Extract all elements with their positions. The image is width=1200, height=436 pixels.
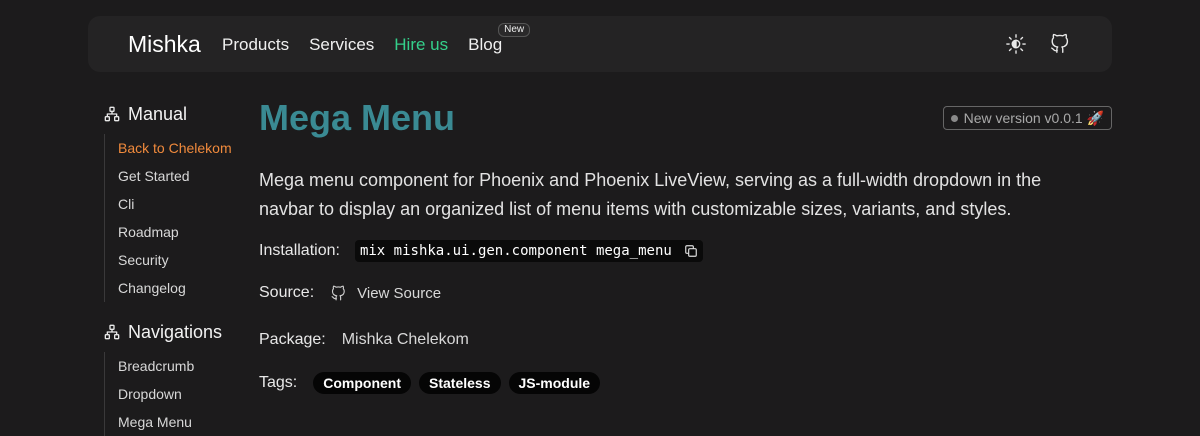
status-dot (950, 114, 958, 122)
nav-blog-label: Blog (468, 35, 503, 54)
github-icon (331, 285, 345, 300)
package-row: Package: Mishka Chelekom (259, 331, 469, 349)
source-label: Source: (259, 284, 315, 301)
sidebar-item-back-to-chelekom[interactable]: Back to Chelekom (118, 134, 244, 162)
package-label: Package: (259, 331, 326, 348)
sidebar-item-roadmap[interactable]: Roadmap (118, 218, 244, 246)
copy-icon[interactable] (684, 244, 698, 258)
installation-row: Installation: mix mishka.ui.gen.componen… (259, 240, 703, 262)
tag-stateless[interactable]: Stateless (419, 372, 501, 394)
package-value: Mishka Chelekom (341, 331, 469, 348)
main-content: Mega Menu New version v0.0.1 🚀 Mega menu… (259, 96, 1112, 394)
sidebar-section-manual: Manual (104, 100, 244, 128)
nav-products[interactable]: Products (222, 35, 289, 55)
sidebar-item-mega-menu[interactable]: Mega Menu (118, 408, 244, 436)
new-badge: New (498, 23, 531, 37)
sun-icon[interactable] (1004, 32, 1028, 56)
view-source-link[interactable]: View Source (330, 285, 441, 302)
installation-label: Installation: (259, 242, 340, 259)
installation-code: mix mishka.ui.gen.component mega_menu (354, 240, 703, 262)
sidebar-list-manual: Back to Chelekom Get Started Cli Roadmap… (104, 134, 244, 302)
version-label: New version v0.0.1 🚀 (963, 109, 1104, 126)
nav-links: Products Services Hire us Blog New (222, 23, 531, 55)
sidebar-item-cli[interactable]: Cli (118, 190, 244, 218)
sidebar-item-security[interactable]: Security (118, 246, 244, 274)
sidebar-section-navigations: Navigations (104, 318, 244, 346)
tags-label: Tags: (259, 374, 298, 391)
sidebar-section-title: Navigations (128, 321, 223, 342)
view-source-label: View Source (357, 284, 442, 302)
sidebar-item-dropdown[interactable]: Dropdown (118, 380, 244, 408)
sidebar: Manual Back to Chelekom Get Started Cli … (104, 100, 244, 436)
tags-row: Tags: Component Stateless JS-module (259, 372, 601, 394)
network-icon (104, 106, 120, 122)
sidebar-section-title: Manual (128, 103, 188, 124)
github-icon[interactable] (1048, 32, 1072, 56)
top-navbar: Mishka Products Services Hire us Blog Ne… (88, 16, 1112, 72)
nav-blog[interactable]: Blog New (468, 23, 531, 55)
nav-hire-us[interactable]: Hire us (394, 35, 448, 55)
sidebar-item-breadcrumb[interactable]: Breadcrumb (118, 352, 244, 380)
sidebar-item-get-started[interactable]: Get Started (118, 162, 244, 190)
nav-services[interactable]: Services (309, 35, 374, 55)
installation-command: mix mishka.ui.gen.component mega_menu (359, 243, 672, 259)
sidebar-list-navigations: Breadcrumb Dropdown Mega Menu (104, 352, 244, 436)
page-description: Mega menu component for Phoenix and Phoe… (259, 170, 1042, 219)
tag-js-module[interactable]: JS-module (508, 372, 601, 394)
sidebar-item-changelog[interactable]: Changelog (118, 274, 244, 302)
source-row: Source: View Source (259, 284, 441, 302)
version-badge[interactable]: New version v0.0.1 🚀 (942, 106, 1112, 130)
tag-component[interactable]: Component (313, 372, 412, 394)
network-icon (104, 324, 120, 340)
brand-logo[interactable]: Mishka (128, 31, 201, 58)
